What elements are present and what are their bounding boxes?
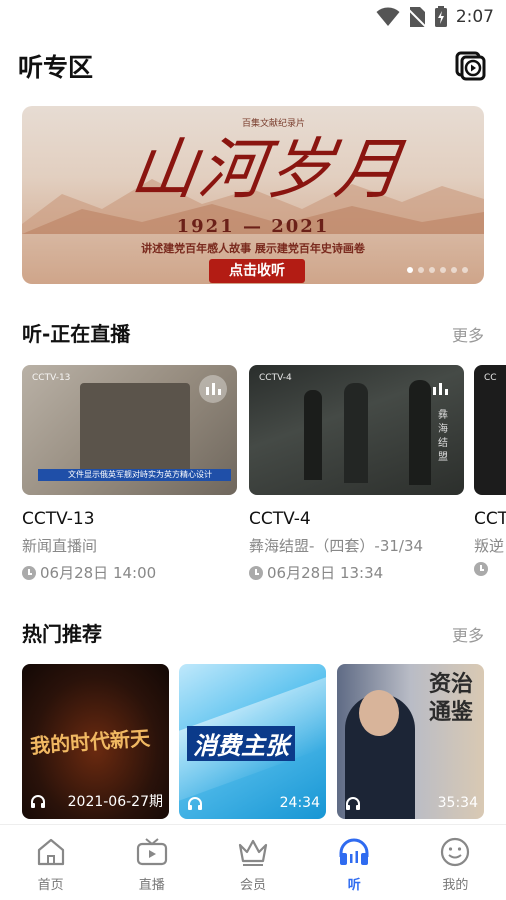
history-button[interactable] [454, 48, 488, 82]
clock-icon [22, 565, 36, 580]
tab-label: 听 [347, 878, 361, 893]
hot-section-header: 热门推荐 更多 [22, 618, 484, 648]
carousel-dot[interactable] [418, 267, 424, 273]
hot-card-label: 24:34 [279, 795, 320, 811]
headphones-icon [346, 797, 360, 810]
cctv-logo: CC [484, 373, 497, 383]
clock-icon [474, 562, 488, 576]
hot-card-label: 35:34 [437, 795, 478, 811]
carousel-dots[interactable] [407, 267, 468, 273]
tab-home[interactable]: 首页 [0, 825, 101, 900]
live-program-name: 叛逆 [474, 537, 505, 555]
tab-label: 会员 [240, 878, 267, 893]
headphones-icon [337, 835, 371, 869]
hot-card-art-text: 资治通鉴 [429, 671, 474, 725]
live-card-list[interactable]: CCTV-13 文件显示俄英军舰对峙实为英方精心设计 CCTV-13 新闻直播间… [22, 365, 506, 585]
live-card[interactable]: CC CCT 叛逆 [474, 365, 506, 576]
crown-icon [236, 835, 270, 869]
live-program-name: 彝海结盟-（四套）-31/34 [249, 537, 424, 555]
figure-graphic [304, 390, 322, 480]
tab-vip[interactable]: 会员 [202, 825, 303, 900]
live-time-text: 06月28日 14:00 [40, 564, 157, 582]
banner-years: 1921 — 2021 [176, 216, 330, 237]
live-section-title: 听-正在直播 [22, 322, 131, 346]
hot-section-title: 热门推荐 [22, 622, 102, 646]
status-time: 2:07 [455, 7, 494, 27]
wifi-icon [376, 7, 400, 26]
equalizer-icon [426, 375, 454, 403]
hot-card-label: 2021-06-27期 [67, 794, 163, 810]
live-time [474, 562, 506, 576]
live-time: 06月28日 14:00 [22, 562, 237, 583]
live-channel-name: CCTV-4 [249, 509, 311, 529]
cctv13-logo: CCTV-13 [32, 373, 71, 383]
tv-icon [135, 835, 169, 869]
banner-subtitle: 讲述建党百年感人故事 展示建党百年史诗画卷 [141, 242, 365, 255]
equalizer-icon [199, 375, 227, 403]
hot-more-link[interactable]: 更多 [452, 622, 484, 646]
live-time-text: 06月28日 13:34 [267, 564, 384, 582]
header: 听专区 [18, 40, 488, 90]
cctv4-logo: CCTV-4 [259, 373, 292, 383]
banner-listen-button[interactable]: 点击收听 [209, 259, 305, 283]
headphones-icon [31, 795, 45, 808]
live-channel-name: CCT [474, 509, 506, 529]
live-time: 06月28日 13:34 [249, 562, 464, 583]
tab-listen[interactable]: 听 [304, 825, 405, 900]
host-face-graphic [359, 690, 399, 736]
live-card[interactable]: CCTV-13 文件显示俄英军舰对峙实为英方精心设计 CCTV-13 新闻直播间… [22, 365, 237, 583]
vertical-title: 彝海结盟 [438, 410, 448, 463]
plaque-graphic [80, 383, 190, 478]
promo-banner[interactable]: 百集文献纪录片 山河岁月 1921 — 2021 讲述建党百年感人故事 展示建党… [22, 106, 484, 284]
hot-card-caption: 2021-06-27期 [30, 791, 163, 811]
page-title: 听专区 [18, 53, 94, 82]
live-more-link[interactable]: 更多 [452, 322, 484, 346]
clock-icon [249, 565, 263, 580]
live-program-name: 新闻直播间 [22, 537, 98, 555]
hot-card[interactable]: 我的时代新天 2021-06-27期 [22, 664, 169, 819]
status-bar: 2:07 [0, 0, 506, 34]
no-sim-icon [407, 7, 426, 28]
hot-card-art-text: 消费主张 [187, 726, 295, 761]
tab-label: 我的 [442, 878, 469, 893]
live-channel-name: CCTV-13 [22, 509, 95, 529]
carousel-dot[interactable] [440, 267, 446, 273]
carousel-dot[interactable] [451, 267, 457, 273]
headphones-icon [188, 797, 202, 810]
news-ticker: 文件显示俄英军舰对峙实为英方精心设计 [38, 469, 231, 481]
tab-live[interactable]: 直播 [101, 825, 202, 900]
hot-card[interactable]: 资治通鉴 35:34 [337, 664, 484, 819]
hot-card-caption: 24:34 [187, 795, 320, 811]
battery-charging-icon [434, 6, 447, 27]
hot-card-caption: 35:34 [345, 795, 478, 811]
figure-graphic [344, 383, 368, 483]
tab-label: 直播 [138, 878, 165, 893]
bottom-tab-bar: 首页 直播 会员 听 我的 [0, 824, 506, 900]
carousel-dot[interactable] [407, 267, 413, 273]
live-card[interactable]: CCTV-4 彝海结盟 CCTV-4 彝海结盟-（四套）-31/34 06月28… [249, 365, 464, 583]
live-thumbnail: CC [474, 365, 506, 495]
live-section-header: 听-正在直播 更多 [22, 318, 484, 348]
hot-card-art-text: 我的时代新天 [29, 725, 151, 759]
history-play-icon [455, 51, 486, 81]
home-icon [34, 835, 68, 869]
carousel-dot[interactable] [429, 267, 435, 273]
live-thumbnail: CCTV-4 彝海结盟 [249, 365, 464, 495]
live-thumbnail: CCTV-13 文件显示俄英军舰对峙实为英方精心设计 [22, 365, 237, 495]
smile-face-icon [438, 835, 472, 869]
hot-card-list: 我的时代新天 2021-06-27期 消费主张 24:34 资治通鉴 35:34 [22, 664, 506, 820]
tab-mine[interactable]: 我的 [405, 825, 506, 900]
banner-calligraphy: 山河岁月 [125, 131, 409, 208]
carousel-dot[interactable] [462, 267, 468, 273]
tab-label: 首页 [37, 878, 64, 893]
hot-card[interactable]: 消费主张 24:34 [179, 664, 326, 819]
